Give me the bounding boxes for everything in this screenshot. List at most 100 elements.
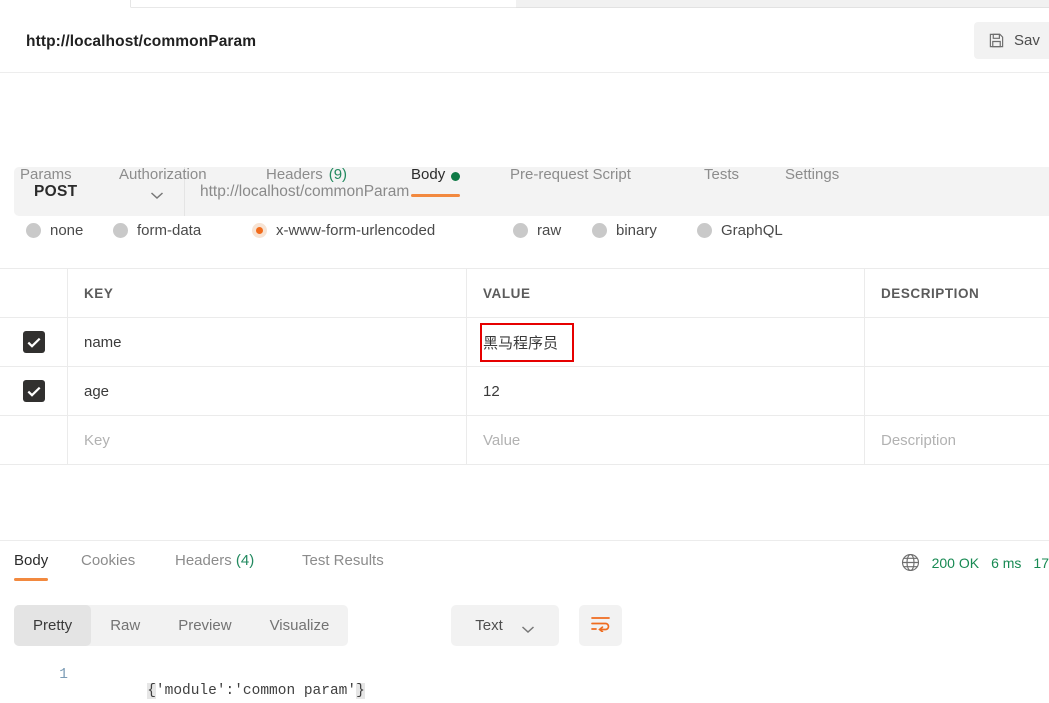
row-key-value: name xyxy=(84,333,122,351)
row-value-cell[interactable]: 12 xyxy=(467,367,865,415)
placeholder-description-cell[interactable]: Description xyxy=(865,416,1049,464)
response-tab-headers-count: (4) xyxy=(235,552,255,569)
code-line-number: 1 xyxy=(59,667,68,683)
header-value-label: VALUE xyxy=(483,285,531,301)
response-divider xyxy=(0,540,1049,541)
tab-settings-label: Settings xyxy=(785,166,840,183)
tab-pre-request-script[interactable]: Pre-request Script xyxy=(510,166,631,204)
radio-graphql[interactable]: GraphQL xyxy=(697,222,783,239)
header-cell-check xyxy=(0,269,68,317)
response-format-label: Text xyxy=(475,617,503,634)
code-line-content: {'module':'common param'} xyxy=(95,667,365,703)
body-modified-dot-icon xyxy=(451,172,461,181)
response-tab-test-results[interactable]: Test Results xyxy=(302,552,384,584)
response-tab-body-underline xyxy=(14,578,49,581)
radio-binary-icon xyxy=(592,223,607,238)
row-key-cell[interactable]: age xyxy=(68,367,467,415)
view-tab-pretty[interactable]: Pretty xyxy=(14,605,92,646)
table-placeholder-row[interactable]: Key Value Description xyxy=(0,416,1049,465)
placeholder-checkbox-cell[interactable] xyxy=(0,416,68,464)
view-tab-visualize[interactable]: Visualize xyxy=(251,605,349,646)
response-tab-cookies-label: Cookies xyxy=(81,552,136,569)
radio-none-icon xyxy=(26,223,41,238)
tab-headers[interactable]: Headers (9) xyxy=(266,166,347,204)
placeholder-value-cell[interactable]: Value xyxy=(467,416,865,464)
tab-strip-middle-segment[interactable] xyxy=(131,0,516,8)
word-wrap-icon xyxy=(590,615,611,637)
url-row: POST http://localhost/commonParam xyxy=(0,74,1049,216)
view-tab-raw-label: Raw xyxy=(110,617,141,634)
response-view-tabs: Pretty Raw Preview Visualize xyxy=(14,605,349,646)
row-value-text: 黑马程序员 xyxy=(483,334,559,352)
header-cell-description: DESCRIPTION xyxy=(865,269,1049,317)
placeholder-key-cell[interactable]: Key xyxy=(68,416,467,464)
response-tab-body[interactable]: Body xyxy=(14,552,49,584)
code-body-text: 'module':'common param' xyxy=(155,683,357,699)
word-wrap-button[interactable] xyxy=(579,605,622,646)
radio-binary-label: binary xyxy=(616,222,657,239)
radio-graphql-label: GraphQL xyxy=(721,222,783,239)
row-description-cell[interactable] xyxy=(865,367,1049,415)
checkbox-checked-icon[interactable] xyxy=(22,380,45,402)
row-checkbox-cell[interactable] xyxy=(0,367,68,415)
header-key-label: KEY xyxy=(84,285,114,301)
radio-raw-icon xyxy=(513,223,528,238)
code-close-brace: } xyxy=(356,683,365,699)
tab-tests[interactable]: Tests xyxy=(704,166,739,204)
tab-params-label: Params xyxy=(20,166,72,183)
radio-form-data[interactable]: form-data xyxy=(113,222,201,239)
radio-none[interactable]: none xyxy=(26,222,83,239)
placeholder-key-text: Key xyxy=(84,431,110,449)
response-format-selector[interactable]: Text xyxy=(451,605,559,646)
response-tab-test-results-label: Test Results xyxy=(302,552,384,569)
row-value-text: 12 xyxy=(483,382,500,400)
placeholder-description-text: Description xyxy=(881,431,957,449)
response-body-code[interactable]: 1 {'module':'common param'} xyxy=(0,662,1049,703)
view-tab-pretty-label: Pretty xyxy=(33,617,73,634)
response-status: 200 OK 6 ms 17 xyxy=(901,553,1049,572)
tab-strip-left-segment[interactable] xyxy=(0,0,131,8)
response-tab-body-label: Body xyxy=(14,552,49,569)
view-tab-raw[interactable]: Raw xyxy=(91,605,159,646)
table-row[interactable]: name 黑马程序员 xyxy=(0,318,1049,367)
tab-body[interactable]: Body xyxy=(411,166,461,204)
tab-authorization[interactable]: Authorization xyxy=(119,166,207,204)
table-header-row: KEY VALUE DESCRIPTION xyxy=(0,269,1049,318)
tab-settings[interactable]: Settings xyxy=(785,166,839,204)
tab-pre-request-script-label: Pre-request Script xyxy=(510,166,631,183)
response-tab-headers[interactable]: Headers (4) xyxy=(175,552,254,584)
radio-binary[interactable]: binary xyxy=(592,222,657,239)
status-time: 6 ms xyxy=(991,554,1022,571)
row-checkbox-cell[interactable] xyxy=(0,318,68,366)
row-key-cell[interactable]: name xyxy=(68,318,467,366)
view-tab-preview-label: Preview xyxy=(178,617,232,634)
chevron-down-icon xyxy=(521,621,535,634)
radio-raw-label: raw xyxy=(537,222,562,239)
tab-body-label: Body xyxy=(411,166,446,183)
response-tab-cookies[interactable]: Cookies xyxy=(81,552,135,584)
tab-headers-label: Headers xyxy=(266,166,323,183)
header-cell-value: VALUE xyxy=(467,269,865,317)
tab-tests-label: Tests xyxy=(704,166,740,183)
view-tab-preview[interactable]: Preview xyxy=(159,605,250,646)
postman-request-view: http://localhost/commonParam Sav POST ht… xyxy=(0,0,1049,703)
radio-form-data-label: form-data xyxy=(137,222,202,239)
body-type-radios: none form-data x-www-form-urlencoded raw… xyxy=(0,222,1049,254)
request-tabs: Params Authorization Headers (9) Body Pr… xyxy=(0,166,1049,204)
response-tabs: Body Cookies Headers (4) Test Results xyxy=(0,552,1049,584)
view-tab-visualize-label: Visualize xyxy=(269,617,330,634)
floppy-disk-icon xyxy=(988,32,1005,49)
row-description-cell[interactable] xyxy=(865,318,1049,366)
row-value-cell[interactable]: 黑马程序员 xyxy=(467,318,865,366)
radio-raw[interactable]: raw xyxy=(513,222,561,239)
tab-params[interactable]: Params xyxy=(20,166,72,204)
tab-strip-right-segment[interactable] xyxy=(516,0,1049,8)
radio-form-data-icon xyxy=(113,223,128,238)
checkbox-checked-icon[interactable] xyxy=(22,331,45,353)
tab-strip xyxy=(0,0,1049,8)
tab-headers-count: (9) xyxy=(328,166,348,183)
table-row[interactable]: age 12 xyxy=(0,367,1049,416)
save-button[interactable]: Sav xyxy=(974,22,1049,59)
tab-body-underline xyxy=(411,194,461,197)
radio-x-www-form-urlencoded[interactable]: x-www-form-urlencoded xyxy=(252,222,435,239)
